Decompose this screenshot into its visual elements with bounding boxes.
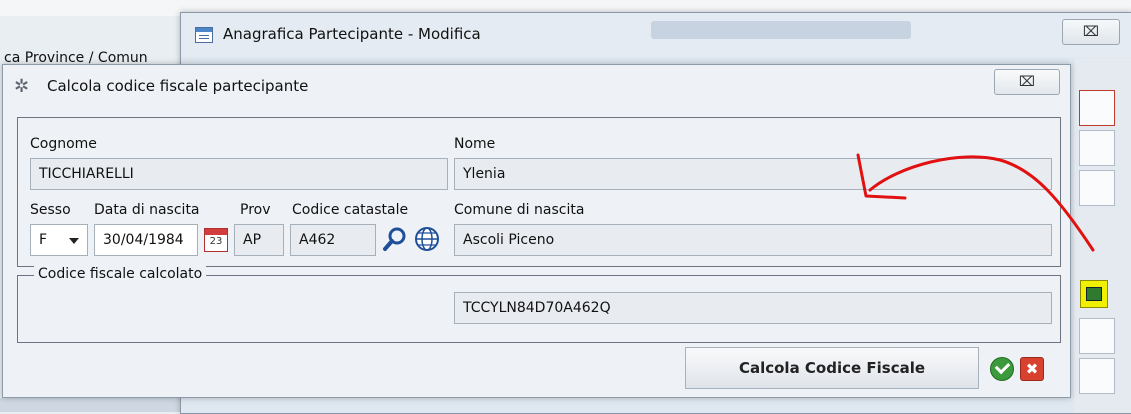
right-field-2[interactable] [1079,130,1115,166]
nome-field[interactable]: Ylenia [454,158,1052,190]
outer-right-panel [1074,58,1131,413]
blurred-toolbar [651,21,911,39]
codice-fiscale-field[interactable]: TCCYLN84D70A462Q [454,292,1052,324]
calcola-codice-fiscale-dialog: ✲ Calcola codice fiscale partecipante ⌧ … [2,64,1071,398]
gear-icon: ✲ [14,76,30,97]
comune-nascita-field[interactable]: Ascoli Piceno [454,224,1052,256]
codice-fiscale-legend: Codice fiscale calcolato [34,266,207,282]
sesso-label: Sesso [30,202,71,218]
dialog-close-button[interactable]: ⌧ [994,69,1060,95]
right-field-5[interactable] [1079,358,1115,394]
sesso-select[interactable]: F [30,224,88,256]
search-icon[interactable] [382,226,408,252]
window-icon [195,27,213,43]
data-nascita-field[interactable]: 30/04/1984 [94,224,198,256]
right-field-1[interactable] [1079,90,1115,126]
cognome-field[interactable]: TICCHIARELLI [30,158,448,190]
confirm-icon[interactable] [990,357,1014,381]
codice-catastale-label: Codice catastale [292,202,409,218]
outer-window-title: Anagrafica Partecipante - Modifica [223,25,481,43]
nome-label: Nome [454,136,496,152]
dialog-title: Calcola codice fiscale partecipante [47,77,309,95]
right-field-4[interactable] [1079,318,1115,354]
sesso-value: F [39,232,48,248]
chevron-down-icon [69,238,79,244]
outer-window-titlebar: Anagrafica Partecipante - Modifica ⌧ [181,13,1131,57]
codice-fiscale-group: Codice fiscale calcolato TCCYLN84D70A462… [17,266,1061,343]
participant-data-group: Cognome TICCHIARELLI Nome Ylenia Sesso D… [17,117,1061,267]
id-card-icon[interactable] [1080,280,1108,308]
cognome-label: Cognome [30,136,97,152]
calcola-codice-fiscale-button[interactable]: Calcola Codice Fiscale [685,347,979,389]
comune-nascita-label: Comune di nascita [454,202,585,218]
data-nascita-label: Data di nascita [94,202,200,218]
outer-close-button[interactable]: ⌧ [1062,19,1120,45]
cancel-icon[interactable]: ✖ [1020,357,1044,381]
codice-catastale-field[interactable]: A462 [290,224,376,256]
right-field-3[interactable] [1079,170,1115,206]
dialog-titlebar: ✲ Calcola codice fiscale partecipante ⌧ [3,65,1070,107]
prov-field[interactable]: AP [234,224,284,256]
globe-icon[interactable] [414,226,440,252]
calendar-icon[interactable]: 23 [204,228,228,252]
prov-label: Prov [240,202,271,218]
